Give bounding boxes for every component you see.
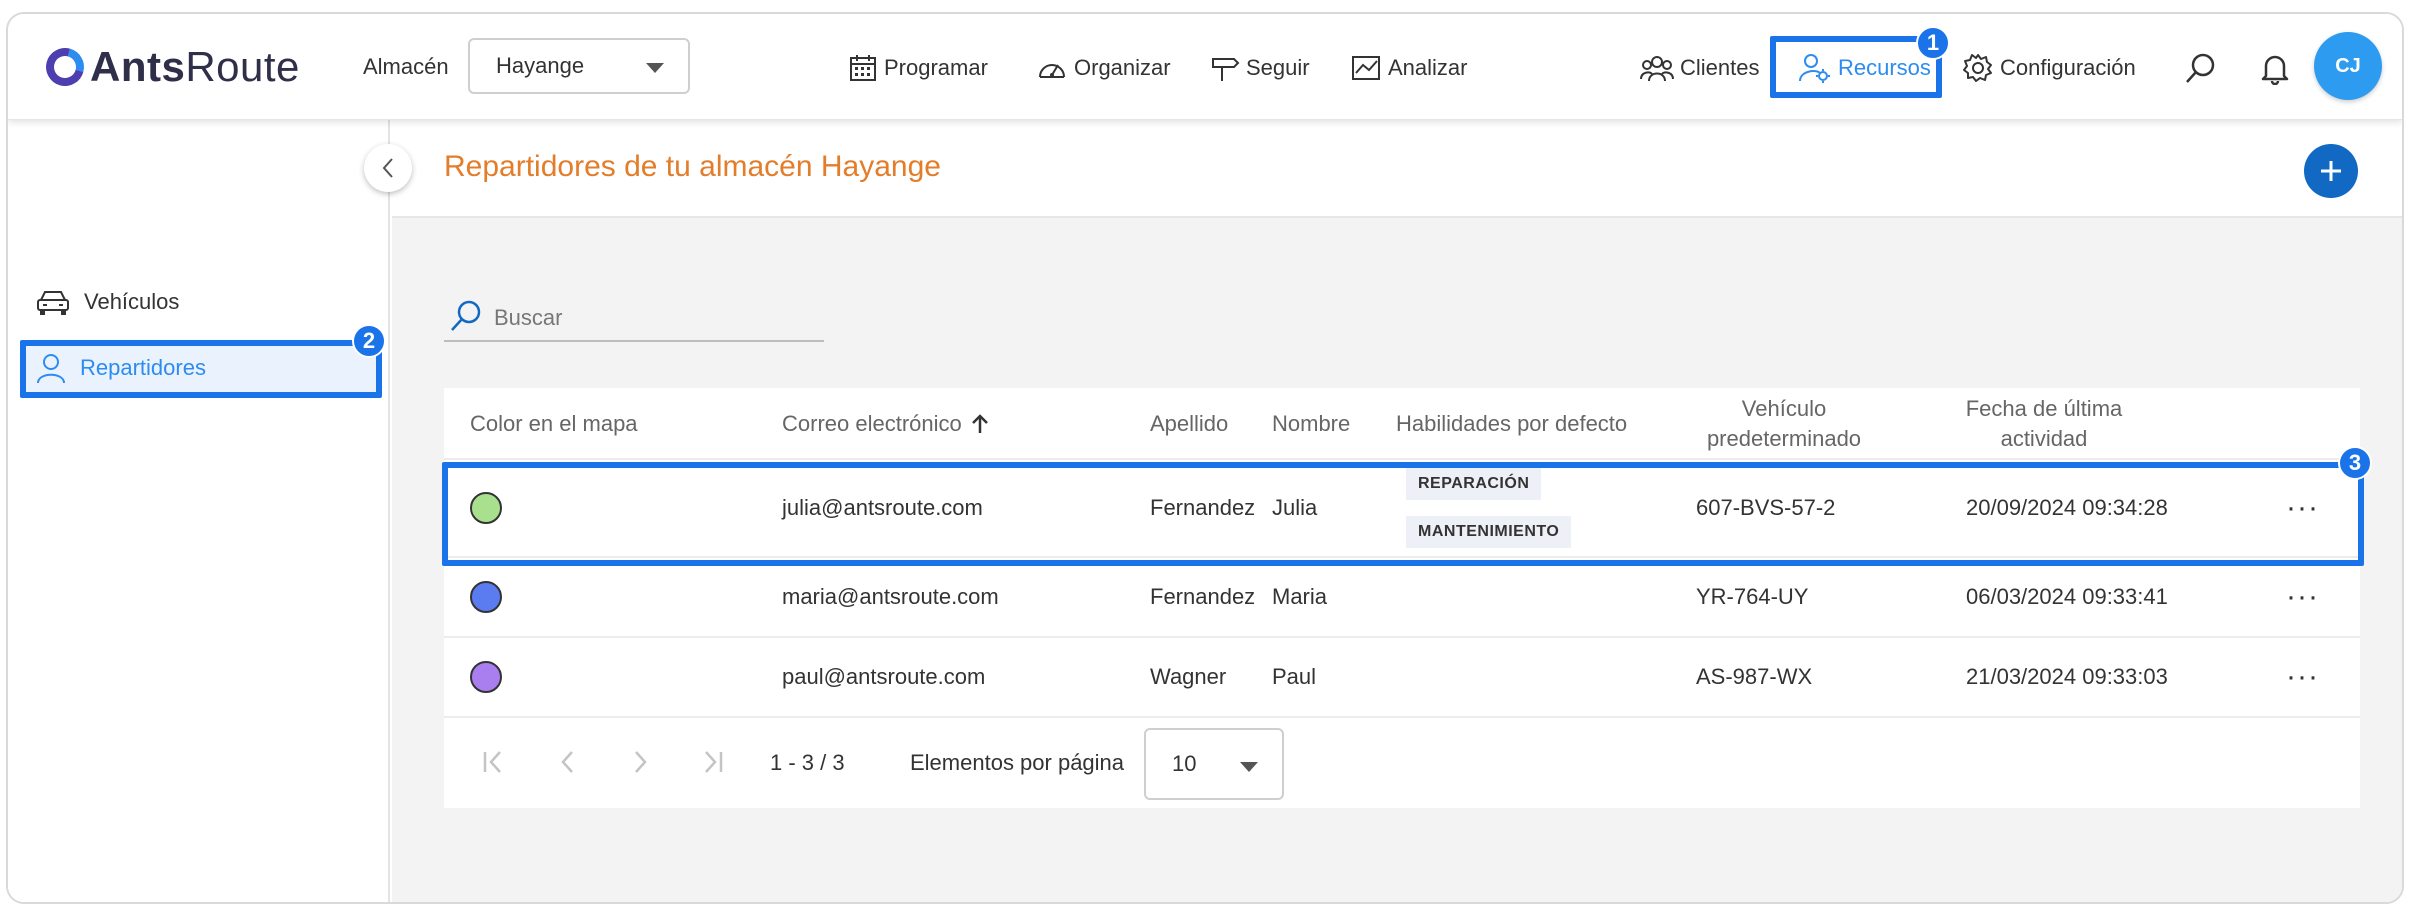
header-vehiculo[interactable]: Vehículo predeterminado [1694,388,1874,460]
row-actions-menu[interactable]: ··· [2286,558,2319,636]
add-driver-button[interactable] [2304,144,2358,198]
nav-seguir[interactable]: Seguir [1210,48,1310,88]
notifications-button[interactable] [2260,48,2296,88]
logo-mark-icon [39,41,91,93]
speedometer-icon [1039,64,1065,78]
sidebar: Vehículos Repartidores [8,120,390,902]
table-row[interactable]: paul@antsroute.com Wagner Paul AS-987-WX… [444,638,2360,718]
table-header: Color en el mapa Correo electrónico Apel… [444,388,2360,460]
gear-icon [1963,54,1992,82]
nav-analizar[interactable]: Analizar [1350,48,1467,88]
signpost-icon [1212,58,1240,81]
cell-fecha: 06/03/2024 09:33:41 [1966,584,2168,609]
last-page-icon[interactable] [698,748,726,776]
header-email[interactable]: Correo electrónico [782,388,990,460]
sidebar-item-label: Vehículos [84,289,180,314]
map-color-dot [470,581,502,613]
sidebar-item-vehiculos[interactable]: Vehículos [36,282,179,322]
cell-vehiculo: AS-987-WX [1696,664,1813,689]
chevron-down-icon [646,63,664,73]
table-row[interactable]: maria@antsroute.com Fernandez Maria YR-7… [444,558,2360,638]
users-group-icon [1640,56,1674,82]
cell-apellido: Fernandez [1150,584,1256,609]
cell-fecha: 21/03/2024 09:33:03 [1966,664,2168,689]
chevron-down-icon [1240,762,1258,772]
header-apellido[interactable]: Apellido [1150,388,1228,460]
step-badge-2: 2 [352,324,386,358]
arrow-up-icon [971,414,988,433]
nav-programar[interactable]: Programar [848,48,988,88]
search-field [444,298,824,342]
header-color[interactable]: Color en el mapa [470,388,638,460]
nav-organizar[interactable]: Organizar [1036,48,1171,88]
header-fecha[interactable]: Fecha de última actividad [1944,388,2144,460]
first-page-icon[interactable] [480,748,508,776]
cell-apellido: Wagner [1150,664,1227,689]
page-range: 1 - 3 / 3 [770,750,845,775]
nav-clientes[interactable]: Clientes [1640,48,1759,88]
cell-nombre: Maria [1272,584,1328,609]
pagination: 1 - 3 / 3 Elementos por página 10 [444,718,2360,808]
bell-icon [2261,55,2289,85]
search-icon [2186,53,2215,83]
highlight-first-row [442,462,2364,566]
items-per-page-select[interactable]: 10 [1144,728,1284,800]
step-badge-1: 1 [1916,26,1950,60]
header-habilidades[interactable]: Habilidades por defecto [1396,388,1627,460]
cell-vehiculo: YR-764-UY [1696,584,1809,609]
drivers-table: Color en el mapa Correo electrónico Apel… [444,388,2360,808]
calendar-icon [850,55,876,81]
row-actions-menu[interactable]: ··· [2286,638,2319,716]
header-nombre[interactable]: Nombre [1272,388,1350,460]
search-input[interactable] [494,300,814,336]
prev-page-icon[interactable] [554,748,582,776]
cell-email: paul@antsroute.com [782,664,986,689]
cell-nombre: Paul [1272,664,1317,689]
car-icon [37,291,69,315]
antsroute-logo[interactable]: AntsRoute [39,41,300,93]
step-badge-3: 3 [2338,446,2372,480]
warehouse-label: Almacén [363,54,449,79]
plus-icon [2321,161,2341,181]
search-icon [451,300,481,331]
search-button[interactable] [2184,48,2224,88]
page-title: Repartidores de tu almacén Hayange [444,150,941,183]
chevron-left-icon [382,158,393,178]
collapse-sidebar-button[interactable] [364,144,412,192]
cell-email: maria@antsroute.com [782,584,999,609]
nav-configuracion[interactable]: Configuración [1962,48,2136,88]
user-avatar[interactable]: CJ [2314,32,2382,100]
highlight-repartidores [20,340,382,398]
page-header: Repartidores de tu almacén Hayange [392,120,2402,218]
items-per-page-label: Elementos por página [910,750,1125,775]
map-color-dot [470,661,502,693]
app-window: AntsRoute Almacén Hayange Programar Orga… [6,12,2404,904]
next-page-icon[interactable] [626,748,654,776]
chart-icon [1352,56,1380,80]
warehouse-select[interactable]: Hayange [468,38,690,94]
top-navbar: AntsRoute Almacén Hayange Programar Orga… [8,14,2402,120]
